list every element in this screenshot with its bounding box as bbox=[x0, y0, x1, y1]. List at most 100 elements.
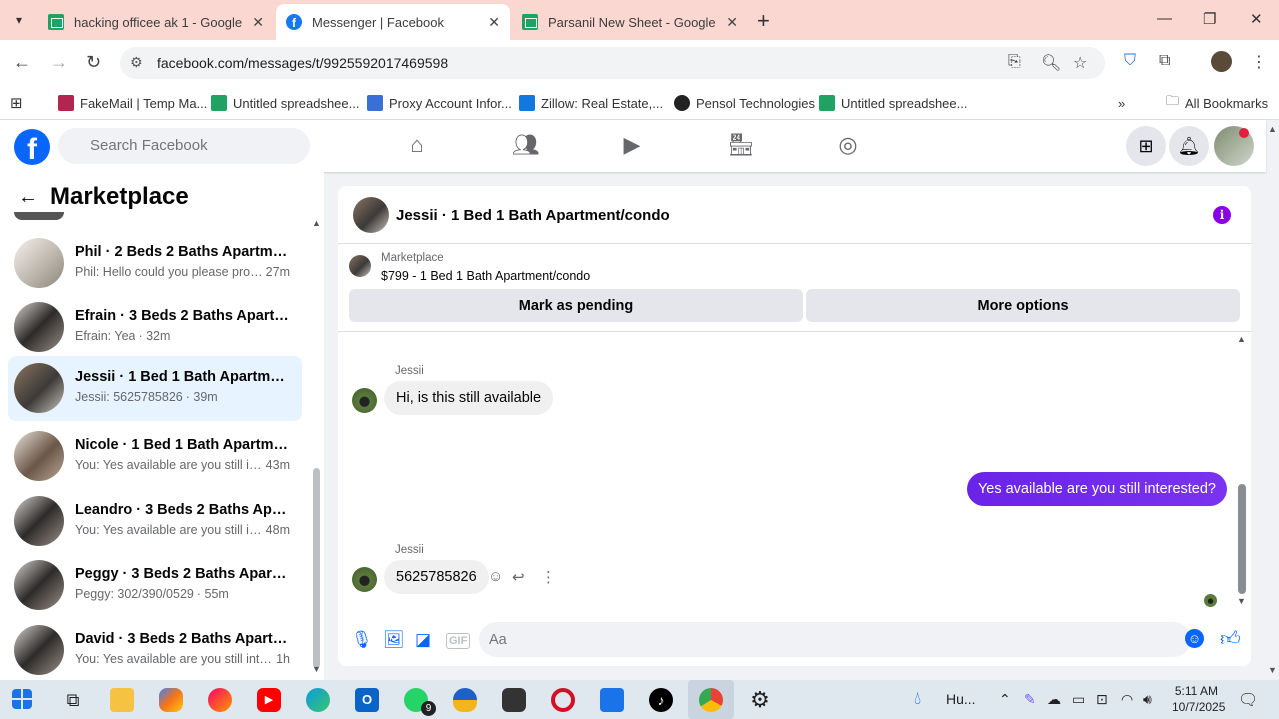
file-explorer-icon[interactable] bbox=[110, 688, 134, 712]
tiktok-icon[interactable]: ♪ bbox=[649, 688, 673, 712]
marketplace-icon[interactable]: 🏪︎ bbox=[727, 132, 755, 160]
more-bookmarks-icon[interactable]: » bbox=[1118, 92, 1125, 114]
more-actions-icon[interactable]: ⋮ bbox=[541, 568, 556, 586]
conversation-item[interactable]: Nicole · 1 Bed 1 Bath Apartment... You: … bbox=[8, 424, 302, 488]
more-options-button[interactable]: More options bbox=[806, 289, 1240, 322]
apps-grid-icon[interactable]: ⊞ bbox=[10, 92, 23, 114]
extensions-icon[interactable]: ⧉ bbox=[1159, 52, 1170, 70]
bookmark-star-icon[interactable]: ☆ bbox=[1073, 53, 1087, 73]
close-tab-icon[interactable]: ✕ bbox=[726, 14, 738, 31]
conversation-item[interactable]: Peggy · 3 Beds 2 Baths Apartme... Peggy:… bbox=[8, 553, 302, 617]
app-icon[interactable] bbox=[208, 688, 232, 712]
microphone-icon[interactable]: 🎙︎ bbox=[351, 630, 373, 650]
network-icon[interactable]: ⊡ bbox=[1096, 691, 1108, 708]
bookmark-spreadsheet-1[interactable]: Untitled spreadshee... bbox=[211, 92, 359, 114]
bookmark-proxy-account[interactable]: Proxy Account Infor... bbox=[367, 92, 512, 114]
store-icon[interactable] bbox=[600, 688, 624, 712]
vpn-extension-icon[interactable]: ⛉ bbox=[1124, 52, 1136, 70]
chat-avatar[interactable] bbox=[353, 197, 389, 233]
scroll-down-arrow[interactable]: ▼ bbox=[312, 664, 321, 674]
tab-google-drive-sheet[interactable]: Parsanil New Sheet - Google Dr ✕ bbox=[512, 4, 748, 40]
bookmark-zillow[interactable]: Zillow: Real Estate,... bbox=[519, 92, 663, 114]
install-app-icon[interactable]: ⎘ bbox=[1008, 53, 1021, 71]
scroll-up-arrow[interactable]: ▲ bbox=[312, 218, 321, 228]
groups-icon[interactable]: ◎ bbox=[835, 132, 861, 160]
edge-icon[interactable] bbox=[306, 688, 330, 712]
weather-text[interactable]: Hu... bbox=[946, 691, 976, 707]
chat-title[interactable]: Jessii · 1 Bed 1 Bath Apartment/condo bbox=[396, 207, 670, 224]
thumbs-up-icon[interactable]: 👍︎ bbox=[1220, 627, 1241, 651]
notification-center-icon[interactable]: 🗨︎ bbox=[1238, 690, 1258, 710]
chat-scroll-down-arrow[interactable]: ▼ bbox=[1237, 596, 1246, 606]
home-icon[interactable]: ⌂ bbox=[404, 132, 430, 160]
conversation-item[interactable]: Phil · 2 Beds 2 Baths Apartment... Phil:… bbox=[8, 231, 302, 295]
restore-button[interactable]: ❐ bbox=[1203, 10, 1216, 28]
message-input[interactable] bbox=[479, 622, 1191, 657]
chat-scrollbar[interactable] bbox=[1238, 484, 1246, 594]
close-window-button[interactable]: ✕ bbox=[1250, 10, 1263, 28]
notifications-icon[interactable]: 🔔︎ bbox=[1169, 126, 1209, 166]
reload-icon[interactable]: ↻ bbox=[86, 52, 101, 73]
react-icon[interactable]: ☺ bbox=[488, 568, 503, 585]
page-scroll-up-arrow[interactable]: ▲ bbox=[1268, 124, 1277, 134]
volume-icon[interactable]: 🔊︎ bbox=[1143, 691, 1152, 708]
outlook-icon[interactable]: O bbox=[355, 688, 379, 712]
pen-icon[interactable]: ✎ bbox=[1024, 691, 1036, 708]
chat-scroll-up-arrow[interactable]: ▲ bbox=[1237, 334, 1246, 344]
facebook-logo[interactable]: f bbox=[14, 129, 50, 165]
tab-search-icon[interactable]: ▾ bbox=[8, 9, 30, 31]
onedrive-cloud-icon[interactable]: ☁ bbox=[1047, 691, 1061, 708]
profile-avatar[interactable] bbox=[1211, 51, 1232, 72]
chrome-menu-icon[interactable]: ⋮ bbox=[1251, 52, 1267, 72]
tab-messenger[interactable]: f Messenger | Facebook ✕ bbox=[276, 4, 510, 40]
emoji-icon[interactable]: ☺ bbox=[1185, 629, 1204, 648]
page-scroll-down-arrow[interactable]: ▼ bbox=[1268, 665, 1277, 675]
battery-icon[interactable]: ▭ bbox=[1072, 691, 1085, 708]
opera-icon[interactable] bbox=[551, 688, 575, 712]
gif-icon[interactable]: GIF bbox=[446, 633, 471, 649]
system-clock[interactable]: 5:11 AM 10/7/2025 bbox=[1172, 683, 1225, 715]
app-icon[interactable] bbox=[502, 688, 526, 712]
forward-icon[interactable]: → bbox=[50, 52, 68, 73]
conversation-item-selected[interactable]: Jessii · 1 Bed 1 Bath Apartment/c... Jes… bbox=[8, 356, 302, 421]
info-icon[interactable]: i bbox=[1213, 206, 1231, 224]
youtube-icon[interactable]: ▶ bbox=[257, 688, 281, 712]
friends-icon[interactable]: 👥︎ bbox=[512, 132, 540, 160]
outgoing-message[interactable]: Yes available are you still interested? bbox=[966, 472, 1227, 506]
incoming-message[interactable]: 5625785826 bbox=[384, 560, 489, 594]
photo-icon[interactable]: 🖼︎ bbox=[383, 630, 405, 650]
close-tab-icon[interactable]: ✕ bbox=[488, 14, 500, 31]
close-tab-icon[interactable]: ✕ bbox=[252, 14, 264, 31]
mark-as-pending-button[interactable]: Mark as pending bbox=[349, 289, 803, 322]
menu-grid-icon[interactable]: ⊞ bbox=[1126, 126, 1166, 166]
address-bar[interactable]: ⚙ facebook.com/messages/t/99255920174695… bbox=[120, 47, 1105, 79]
zoom-icon[interactable]: 🔍︎ bbox=[1041, 53, 1061, 73]
conversation-item[interactable]: Efrain · 3 Beds 2 Baths Apartme... Efrai… bbox=[8, 295, 302, 359]
start-icon[interactable] bbox=[12, 689, 32, 709]
minimize-button[interactable]: — bbox=[1157, 10, 1172, 27]
weather-icon[interactable]: 💧︎ bbox=[914, 688, 921, 709]
all-bookmarks[interactable]: 🗀 All Bookmarks bbox=[1166, 92, 1268, 114]
chrome-icon[interactable] bbox=[699, 688, 723, 712]
incoming-message[interactable]: Hi, is this still available bbox=[384, 381, 554, 415]
medal-app-icon[interactable] bbox=[453, 688, 477, 712]
bookmark-spreadsheet-2[interactable]: Untitled spreadshee... bbox=[819, 92, 967, 114]
bookmark-pensol[interactable]: Pensol Technologies bbox=[674, 92, 815, 114]
bookmark-fakemail[interactable]: FakeMail | Temp Ma... bbox=[58, 92, 207, 114]
conversation-item[interactable]: Leandro · 3 Beds 2 Baths Apart... You: Y… bbox=[8, 489, 302, 553]
search-input[interactable] bbox=[58, 128, 310, 164]
wifi-icon[interactable]: ◠ bbox=[1121, 691, 1133, 708]
listing-thumbnail[interactable] bbox=[349, 255, 371, 277]
sticker-icon[interactable]: ◪ bbox=[415, 630, 431, 650]
video-icon[interactable]: ▶ bbox=[619, 132, 645, 160]
new-tab-button[interactable]: + bbox=[757, 8, 770, 34]
conversation-item[interactable]: David · 3 Beds 2 Baths Apartme... You: Y… bbox=[8, 618, 302, 682]
sender-avatar[interactable] bbox=[352, 567, 377, 592]
tab-google-slides[interactable]: hacking officee ak 1 - Google Sl ✕ bbox=[38, 4, 274, 40]
copilot-icon[interactable] bbox=[159, 688, 183, 712]
show-hidden-icons-icon[interactable]: ⌃ bbox=[999, 691, 1011, 708]
back-arrow-icon[interactable]: ← bbox=[18, 186, 38, 209]
reply-icon[interactable]: ↩ bbox=[512, 568, 525, 586]
settings-gear-icon[interactable]: ⚙ bbox=[748, 688, 772, 712]
task-view-icon[interactable]: ⧉ bbox=[61, 688, 85, 712]
